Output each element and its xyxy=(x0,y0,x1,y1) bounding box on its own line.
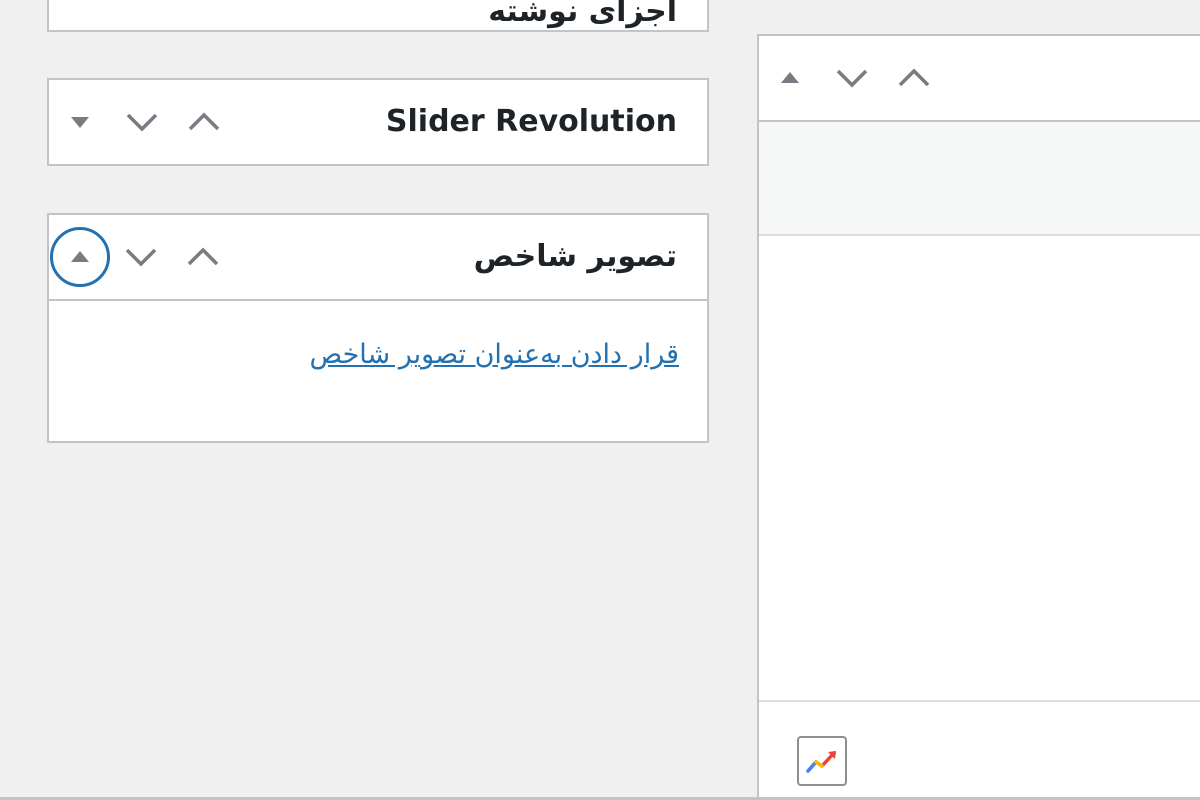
postbox-inside: قرار دادن به‌عنوان تصویر شاخص xyxy=(49,299,707,441)
trend-chart-icon xyxy=(806,751,836,773)
toggle-arrow-up-icon xyxy=(781,72,799,83)
move-up-button[interactable] xyxy=(173,91,235,153)
postbox-header: Slider Revolution xyxy=(49,80,707,164)
postbox-slider-revolution: Slider Revolution xyxy=(47,78,709,166)
set-featured-image-link[interactable]: قرار دادن به‌عنوان تصویر شاخص xyxy=(310,339,679,370)
chevron-down-icon xyxy=(836,69,868,88)
panel-content-area xyxy=(759,236,1200,702)
postbox-header: تصویر شاخص xyxy=(49,215,707,299)
right-postbox-panel xyxy=(757,34,1200,800)
toggle-arrow-up-icon xyxy=(71,251,89,262)
toggle-panel-button[interactable] xyxy=(759,47,821,109)
toggle-panel-button[interactable] xyxy=(49,91,111,153)
trend-button[interactable] xyxy=(797,736,847,786)
postbox-top-partial: اجزای نوشته xyxy=(47,0,709,32)
move-up-button[interactable] xyxy=(172,226,234,288)
postbox-featured-image: تصویر شاخص قرار دادن به‌عنوان تصویر شاخص xyxy=(47,213,709,443)
postbox-header xyxy=(759,36,1200,122)
postbox-title: اجزای نوشته xyxy=(488,0,677,29)
postbox-title: Slider Revolution xyxy=(385,104,677,139)
chevron-up-icon xyxy=(188,112,220,131)
chevron-up-icon xyxy=(187,247,219,266)
chevron-up-icon xyxy=(898,68,930,87)
postbox-header: اجزای نوشته xyxy=(49,0,707,46)
editor-sidebar-view: اجزای نوشته Slider Revolution تصویر شاخص… xyxy=(0,0,1200,800)
move-down-button[interactable] xyxy=(111,91,173,153)
panel-toolbar-area xyxy=(759,122,1200,236)
handle-actions xyxy=(49,215,234,299)
handle-actions xyxy=(49,80,235,164)
panel-footer xyxy=(759,702,1200,800)
chevron-down-icon xyxy=(125,248,157,267)
toggle-panel-button[interactable] xyxy=(50,227,110,287)
toggle-arrow-down-icon xyxy=(71,117,89,128)
handle-actions xyxy=(759,36,945,120)
move-down-button[interactable] xyxy=(821,47,883,109)
move-up-button[interactable] xyxy=(883,47,945,109)
move-down-button[interactable] xyxy=(110,226,172,288)
postbox-title: تصویر شاخص xyxy=(473,239,677,274)
chevron-down-icon xyxy=(126,113,158,132)
